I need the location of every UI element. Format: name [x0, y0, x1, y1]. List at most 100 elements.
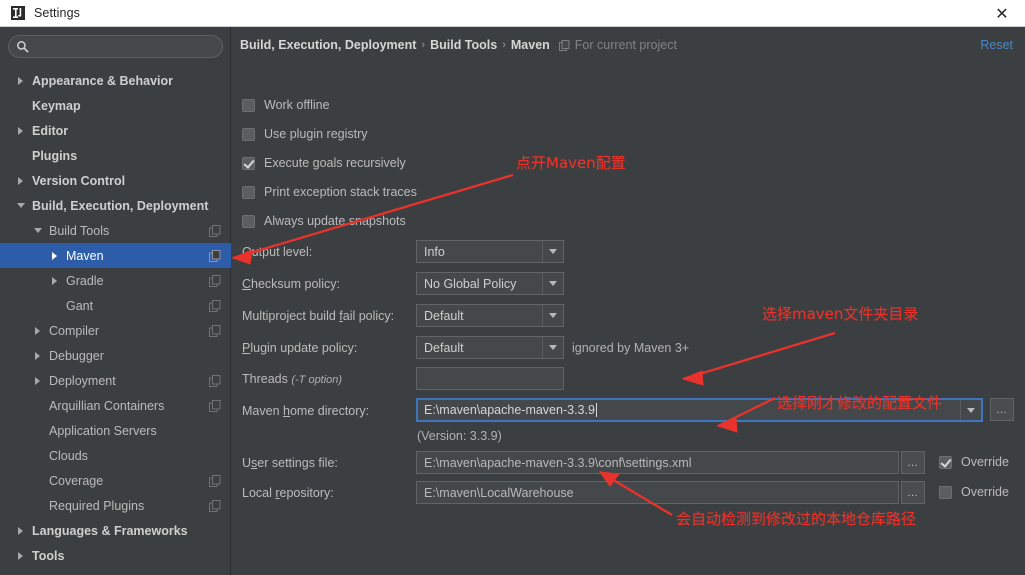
sidebar-item-version-control[interactable]: Version Control — [0, 168, 231, 193]
sidebar-item-gant[interactable]: Gant — [0, 293, 231, 318]
breadcrumb-item-maven[interactable]: Maven — [511, 38, 550, 52]
sidebar-item-application-servers[interactable]: Application Servers — [0, 418, 231, 443]
project-scope-icon — [209, 299, 221, 312]
chevron-down-icon[interactable] — [31, 224, 44, 237]
chevron-right-icon[interactable] — [14, 174, 27, 187]
checksum-policy-combo[interactable]: No Global Policy — [416, 272, 564, 295]
user-settings-override-checkbox[interactable]: Override — [939, 455, 1009, 469]
threads-label-option: (-T option) — [291, 374, 343, 386]
chevron-down-icon[interactable] — [960, 400, 981, 420]
sidebar-item-label: Gant — [66, 298, 94, 313]
sidebar-item-label: Compiler — [49, 323, 100, 338]
output-level-value: Info — [424, 244, 445, 259]
maven-home-browse-button[interactable]: … — [990, 398, 1014, 421]
maven-version-hint: (Version: 3.3.9) — [417, 429, 502, 443]
maven-settings-panel: Build, Execution, Deployment › Build Too… — [232, 27, 1025, 575]
threads-input[interactable] — [416, 367, 564, 390]
chevron-down-icon[interactable] — [542, 337, 563, 358]
checkbox-box — [939, 485, 952, 499]
sidebar-item-deployment[interactable]: Deployment — [0, 368, 231, 393]
multiproject-policy-combo[interactable]: Default — [416, 304, 564, 327]
sidebar-item-clouds[interactable]: Clouds — [0, 443, 231, 468]
sidebar-item-build-execution-deployment[interactable]: Build, Execution, Deployment — [0, 193, 231, 218]
search-field-wrap — [8, 35, 223, 58]
sidebar-item-compiler[interactable]: Compiler — [0, 318, 231, 343]
user-settings-browse-button[interactable]: … — [901, 451, 925, 474]
project-scope-icon — [558, 39, 570, 51]
output-level-label: Output level: — [242, 245, 313, 259]
checkbox-use-plugin-registry[interactable]: Use plugin registry — [242, 127, 368, 141]
chevron-right-icon[interactable] — [14, 549, 27, 562]
sidebar-item-debugger[interactable]: Debugger — [0, 343, 231, 368]
checksum-policy-label: Checksum policy: — [242, 277, 340, 291]
local-repository-value: E:\maven\LocalWarehouse — [424, 485, 574, 500]
sidebar-item-plugins[interactable]: Plugins — [0, 143, 231, 168]
user-settings-file-label: User settings file: — [242, 456, 338, 470]
local-repository-browse-button[interactable]: … — [901, 481, 925, 504]
chevron-down-icon[interactable] — [542, 305, 563, 326]
search-input[interactable] — [29, 39, 222, 54]
sidebar-item-keymap[interactable]: Keymap — [0, 93, 231, 118]
local-repository-input[interactable]: E:\maven\LocalWarehouse — [416, 481, 899, 504]
checkbox-box — [242, 185, 255, 199]
local-repository-override-checkbox[interactable]: Override — [939, 485, 1009, 499]
sidebar-item-label: Keymap — [32, 98, 81, 113]
breadcrumb-item-build-tools[interactable]: Build Tools — [430, 38, 497, 52]
checkbox-always-update-snapshots[interactable]: Always update snapshots — [242, 214, 406, 228]
project-scope-icon — [209, 274, 221, 287]
sidebar-item-languages-frameworks[interactable]: Languages & Frameworks — [0, 518, 231, 543]
multiproject-policy-value: Default — [424, 308, 464, 323]
chevron-right-icon[interactable] — [48, 274, 61, 287]
sidebar-item-tools[interactable]: Tools — [0, 543, 231, 568]
sidebar-item-coverage[interactable]: Coverage — [0, 468, 231, 493]
chevron-right-icon[interactable] — [31, 374, 44, 387]
output-level-combo[interactable]: Info — [416, 240, 564, 263]
sidebar-item-build-tools[interactable]: Build Tools — [0, 218, 231, 243]
sidebar-item-label: Editor — [32, 123, 69, 138]
sidebar-item-label: Languages & Frameworks — [32, 523, 188, 538]
checkbox-label: Execute goals recursively — [264, 156, 406, 170]
plugin-update-policy-note: ignored by Maven 3+ — [572, 341, 690, 355]
plugin-update-policy-value: Default — [424, 340, 464, 355]
checkbox-work-offline[interactable]: Work offline — [242, 98, 330, 112]
sidebar-item-label: Tools — [32, 548, 65, 563]
checkbox-box — [939, 455, 952, 469]
sidebar-item-gradle[interactable]: Gradle — [0, 268, 231, 293]
user-settings-file-value: E:\maven\apache-maven-3.3.9\conf\setting… — [424, 455, 692, 470]
sidebar-item-required-plugins[interactable]: Required Plugins — [0, 493, 231, 518]
checkbox-print-exception-stack-traces[interactable]: Print exception stack traces — [242, 185, 417, 199]
scope-text: For current project — [574, 38, 677, 52]
breadcrumb-separator-2: › — [502, 39, 506, 51]
sidebar-item-maven[interactable]: Maven — [0, 243, 231, 268]
breadcrumb-item-build-execution-deployment[interactable]: Build, Execution, Deployment — [240, 38, 416, 52]
project-scope-icon — [209, 499, 221, 512]
chevron-down-icon[interactable] — [14, 199, 27, 212]
chevron-right-icon[interactable] — [48, 249, 61, 262]
maven-home-directory-input[interactable]: E:\maven\apache-maven-3.3.9 — [416, 398, 983, 422]
sidebar-item-appearance-behavior[interactable]: Appearance & Behavior — [0, 68, 231, 93]
chevron-down-icon[interactable] — [542, 241, 563, 262]
reset-link[interactable]: Reset — [980, 38, 1013, 52]
chevron-right-icon[interactable] — [14, 124, 27, 137]
maven-home-directory-label: Maven home directory: — [242, 404, 370, 418]
search-box[interactable] — [8, 35, 223, 58]
chevron-right-icon[interactable] — [31, 324, 44, 337]
close-icon[interactable]: ✕ — [979, 0, 1025, 27]
chevron-right-icon[interactable] — [31, 349, 44, 362]
user-settings-file-input[interactable]: E:\maven\apache-maven-3.3.9\conf\setting… — [416, 451, 899, 474]
chevron-down-icon[interactable] — [542, 273, 563, 294]
sidebar-item-arquillian-containers[interactable]: Arquillian Containers — [0, 393, 231, 418]
sidebar-item-label: Application Servers — [49, 423, 157, 438]
sidebar-item-label: Coverage — [49, 473, 104, 488]
chevron-right-icon[interactable] — [14, 74, 27, 87]
project-scope-icon — [209, 474, 221, 487]
threads-label: Threads (-T option) — [242, 372, 342, 386]
chevron-right-icon[interactable] — [14, 524, 27, 537]
checkbox-box — [242, 98, 255, 112]
sidebar-item-editor[interactable]: Editor — [0, 118, 231, 143]
checkbox-execute-goals-recursively[interactable]: Execute goals recursively — [242, 156, 406, 170]
plugin-update-policy-combo[interactable]: Default — [416, 336, 564, 359]
sidebar-item-label: Version Control — [32, 173, 126, 188]
plugin-update-policy-label: Plugin update policy: — [242, 341, 358, 355]
sidebar-item-label: Debugger — [49, 348, 104, 363]
